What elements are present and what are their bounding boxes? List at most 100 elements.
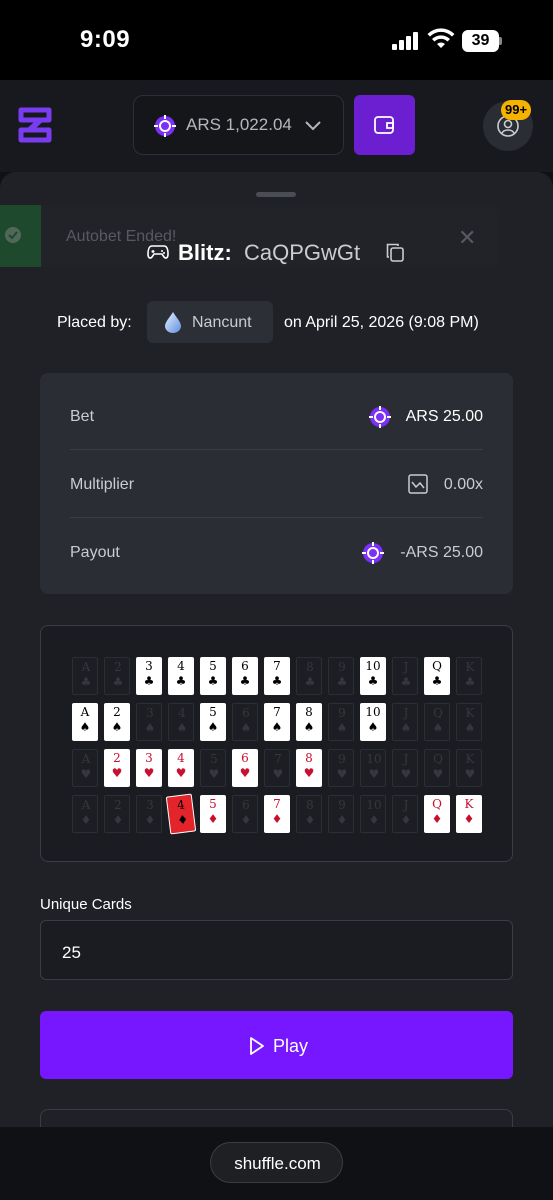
wallet-button[interactable] bbox=[354, 95, 415, 155]
signal-icon bbox=[392, 32, 420, 50]
card-rank: 7 bbox=[274, 752, 282, 766]
notification-badge: 99+ bbox=[501, 100, 532, 120]
card-rank: A bbox=[81, 752, 91, 766]
card-suit: ♥ bbox=[303, 766, 315, 780]
playing-card: 7 ♣ bbox=[264, 657, 290, 695]
play-button[interactable]: Play bbox=[40, 1011, 513, 1079]
bet-details-sheet: Autobet Ended! ✕ Blitz: CaQPGwGt Placed … bbox=[0, 172, 553, 1127]
card-rank: 7 bbox=[273, 797, 281, 811]
playing-card: 9 ♥ bbox=[328, 749, 354, 787]
card-suit: ♦ bbox=[336, 813, 348, 827]
placed-by-row: Placed by: Nancunt on April 25, 2026 (9:… bbox=[0, 301, 553, 343]
stat-label: Bet bbox=[70, 408, 95, 425]
playing-card: 3 ♦ bbox=[136, 795, 162, 833]
card-rank: 10 bbox=[366, 798, 382, 812]
card-rank: K bbox=[465, 660, 475, 674]
playing-card: 6 ♣ bbox=[232, 657, 258, 695]
username: Nancunt bbox=[192, 314, 252, 331]
stat-row-multiplier: Multiplier 0.00x bbox=[70, 451, 483, 518]
card-rank: A bbox=[81, 798, 91, 812]
card-suit: ♣ bbox=[207, 674, 219, 688]
card-suit: ♥ bbox=[239, 766, 251, 780]
chip-icon bbox=[362, 542, 384, 564]
card-rank: 8 bbox=[305, 751, 313, 765]
card-suit: ♦ bbox=[304, 813, 316, 827]
gamepad-icon bbox=[147, 245, 169, 259]
user-chip[interactable]: Nancunt bbox=[147, 301, 273, 343]
card-suit: ♠ bbox=[176, 721, 188, 735]
card-rank: J bbox=[403, 706, 409, 720]
stat-value: ARS 25.00 bbox=[405, 408, 483, 425]
card-suit: ♦ bbox=[368, 813, 380, 827]
playing-card: 5 ♦ bbox=[200, 795, 226, 833]
card-rank: A bbox=[80, 705, 90, 719]
drag-handle[interactable] bbox=[256, 192, 296, 197]
card-suit: ♥ bbox=[272, 767, 284, 781]
card-rank: J bbox=[403, 798, 409, 812]
card-suit: ♣ bbox=[143, 674, 155, 688]
playing-card: J ♣ bbox=[392, 657, 418, 695]
card-rank: 4 bbox=[178, 706, 186, 720]
card-suit: ♣ bbox=[464, 675, 476, 689]
bet-date: on April 25, 2026 (9:08 PM) bbox=[284, 314, 479, 331]
playing-card: 3 ♠ bbox=[136, 703, 162, 741]
stat-row-bet: Bet ARS 25.00 bbox=[70, 383, 483, 450]
stat-label: Multiplier bbox=[70, 476, 135, 493]
unique-cards-field[interactable]: 25 bbox=[40, 920, 513, 980]
card-suit: ♠ bbox=[367, 720, 379, 734]
card-suit: ♥ bbox=[368, 767, 380, 781]
status-bar: 9:09 39 bbox=[0, 0, 553, 80]
card-rank: 5 bbox=[210, 752, 218, 766]
card-rank: K bbox=[465, 752, 475, 766]
playing-card: 2 ♠ bbox=[104, 703, 130, 741]
card-rank: 7 bbox=[273, 659, 281, 673]
balance-selector[interactable]: ARS 1,022.04 bbox=[133, 95, 344, 155]
playing-card: 5 ♥ bbox=[200, 749, 226, 787]
playing-card: 9 ♣ bbox=[328, 657, 354, 695]
card-rank: 7 bbox=[273, 705, 281, 719]
card-suit: ♣ bbox=[336, 675, 348, 689]
chip-icon bbox=[154, 115, 176, 137]
card-rank: 5 bbox=[209, 659, 217, 673]
card-rank: 2 bbox=[113, 705, 121, 719]
game-name: Blitz: bbox=[178, 240, 232, 265]
playing-card: 6 ♦ bbox=[232, 795, 258, 833]
playing-card: 2 ♣ bbox=[104, 657, 130, 695]
card-rank: 5 bbox=[209, 797, 217, 811]
card-suit: ♠ bbox=[271, 720, 283, 734]
card-rank: 9 bbox=[338, 752, 346, 766]
card-suit: ♣ bbox=[431, 674, 443, 688]
playing-card: 9 ♠ bbox=[328, 703, 354, 741]
stat-label: Payout bbox=[70, 544, 120, 561]
card-suit: ♥ bbox=[464, 767, 476, 781]
playing-card: 3 ♥ bbox=[136, 749, 162, 787]
card-suit: ♦ bbox=[112, 813, 124, 827]
playing-card: A ♣ bbox=[72, 657, 98, 695]
chevron-down-icon bbox=[305, 121, 321, 131]
app-header: ARS 1,022.04 99+ bbox=[0, 80, 553, 172]
shuffle-logo-icon[interactable] bbox=[18, 106, 52, 144]
playing-card: 4 ♥ bbox=[168, 749, 194, 787]
url-pill[interactable]: shuffle.com bbox=[210, 1142, 343, 1183]
card-suit: ♦ bbox=[463, 812, 475, 826]
card-suit: ♦ bbox=[271, 812, 283, 826]
balance-amount: ARS 1,022.04 bbox=[186, 115, 292, 134]
card-suit: ♥ bbox=[336, 767, 348, 781]
card-rank: J bbox=[403, 752, 409, 766]
placed-by-label: Placed by: bbox=[57, 314, 132, 331]
playing-card: 7 ♥ bbox=[264, 749, 290, 787]
card-rank: 2 bbox=[113, 751, 121, 765]
card-suit: ♥ bbox=[111, 766, 123, 780]
copy-icon[interactable] bbox=[386, 243, 404, 262]
card-suit: ♣ bbox=[112, 675, 124, 689]
playing-card: K ♦ bbox=[456, 795, 482, 833]
playing-card: 10 ♦ bbox=[360, 795, 386, 833]
card-rank: 3 bbox=[145, 751, 153, 765]
playing-card: A ♥ bbox=[72, 749, 98, 787]
card-suit: ♣ bbox=[367, 674, 379, 688]
battery-icon: 39 bbox=[462, 30, 502, 52]
card-suit: ♥ bbox=[175, 766, 187, 780]
playing-card: 10 ♠ bbox=[360, 703, 386, 741]
domain-text: shuffle.com bbox=[234, 1154, 321, 1173]
playing-card: Q ♦ bbox=[424, 795, 450, 833]
